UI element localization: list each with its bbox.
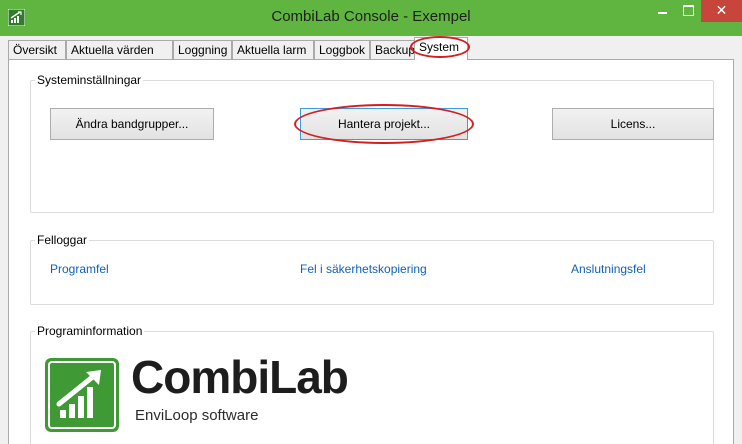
- minimize-icon: [658, 12, 667, 14]
- combilab-window: CombiLab Console - Exempel ✕ Översikt Ak…: [0, 0, 742, 444]
- tab-oversikt[interactable]: Översikt: [8, 40, 66, 59]
- tab-loggning[interactable]: Loggning: [173, 40, 232, 59]
- close-button[interactable]: ✕: [701, 0, 742, 22]
- program-error-link[interactable]: Programfel: [50, 262, 109, 276]
- program-info-title: Programinformation: [37, 324, 143, 338]
- tab-system[interactable]: System: [414, 37, 468, 60]
- system-settings-title: Systeminställningar: [37, 73, 142, 87]
- tab-aktuella-varden[interactable]: Aktuella värden: [66, 40, 173, 59]
- close-icon: ✕: [715, 2, 728, 18]
- connection-error-link[interactable]: Anslutningsfel: [571, 262, 646, 276]
- combilab-chart-icon: [45, 358, 119, 432]
- logo-subtitle: EnviLoop software: [135, 407, 259, 424]
- maximize-button[interactable]: [675, 0, 701, 22]
- title-bar: CombiLab Console - Exempel ✕: [0, 0, 742, 36]
- logo-name: CombiLab: [131, 351, 349, 403]
- error-logs-title: Felloggar: [37, 233, 88, 247]
- tab-backup[interactable]: Backup: [370, 40, 415, 59]
- tab-aktuella-larm[interactable]: Aktuella larm: [232, 40, 314, 59]
- edit-bandgroups-button[interactable]: Ändra bandgrupper...: [50, 108, 214, 140]
- system-tab-panel: Systeminställningar Ändra bandgrupper...…: [8, 59, 734, 444]
- system-settings-group: Systeminställningar: [30, 73, 714, 213]
- window-title: CombiLab Console - Exempel: [271, 8, 471, 25]
- backup-error-link[interactable]: Fel i säkerhetskopiering: [300, 262, 427, 276]
- license-button[interactable]: Licens...: [552, 108, 714, 140]
- minimize-button[interactable]: [649, 0, 675, 22]
- tab-loggbok[interactable]: Loggbok: [314, 40, 370, 59]
- maximize-icon: [683, 5, 694, 16]
- manage-project-button[interactable]: Hantera projekt...: [300, 108, 468, 140]
- tab-strip: Översikt Aktuella värden Loggning Aktuel…: [8, 36, 734, 60]
